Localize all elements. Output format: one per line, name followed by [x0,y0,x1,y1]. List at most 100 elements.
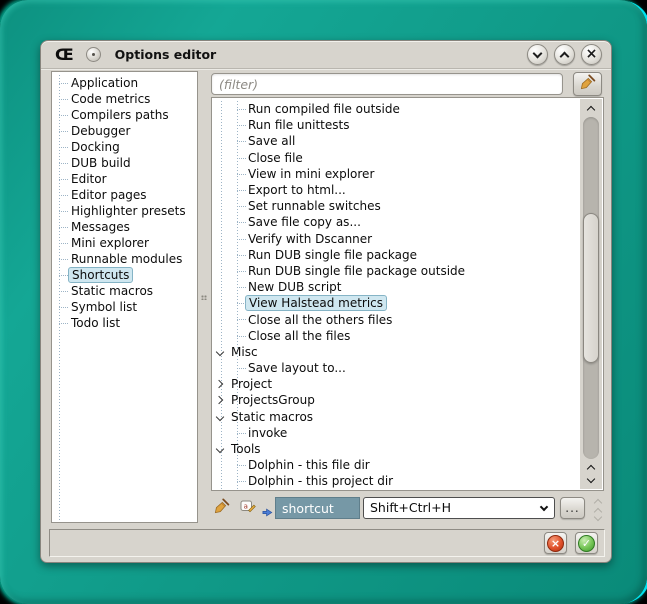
close-button[interactable]: × [581,44,602,65]
tree-row-label: Static macros [231,410,313,424]
tree-row-save-file-copy-as[interactable]: Save file copy as... [213,214,579,230]
sidebar-item-application[interactable]: Application [54,75,195,91]
shortcut-tree: Run compiled file outsideRun file unitte… [211,97,604,491]
titlebar-menu-button[interactable] [86,47,101,62]
clear-filter-button[interactable] [573,72,602,96]
tree-connector [237,125,246,126]
expand-icon[interactable] [215,380,223,388]
tree-row-label: Run compiled file outside [248,102,400,116]
sidebar-item-shortcuts[interactable]: Shortcuts [54,267,195,283]
sidebar-item-messages[interactable]: Messages [54,219,195,235]
cancel-button[interactable]: × [544,532,567,554]
tree-row-static-macros[interactable]: Static macros [213,409,579,425]
property-name-cell[interactable]: shortcut [275,497,360,519]
expand-icon[interactable] [215,396,223,404]
tree-connector [59,323,68,324]
tree-row-new-dub-script[interactable]: New DUB script [213,279,579,295]
tree-row-dolphin-this-project-dir[interactable]: Dolphin - this project dir [213,473,579,489]
tree-row-invoke[interactable]: invoke [213,425,579,441]
tree-connector [237,141,246,142]
edit-shortcut-button[interactable]: a [237,497,259,519]
broom-icon [580,74,596,94]
tree-row-project[interactable]: Project [213,376,579,392]
sidebar-item-highlighter-presets[interactable]: Highlighter presets [54,203,195,219]
tree-connector [237,206,246,207]
sidebar-item-mini-explorer[interactable]: Mini explorer [54,235,195,251]
sidebar-item-editor-pages[interactable]: Editor pages [54,187,195,203]
tree-row-run-dub-single-file-package[interactable]: Run DUB single file package [213,247,579,263]
collapse-icon[interactable] [216,412,224,420]
tree-row-dolphin-this-file-dir[interactable]: Dolphin - this file dir [213,457,579,473]
more-button[interactable]: ... [560,497,585,519]
tree-row-misc[interactable]: Misc [213,344,579,360]
sidebar-item-compilers-paths[interactable]: Compilers paths [54,107,195,123]
maximize-button[interactable] [554,44,575,65]
tree-row-label: Run DUB single file package outside [248,264,465,278]
tree-row-label: Dolphin - this project dir [248,474,393,488]
tree-row-set-runnable-switches[interactable]: Set runnable switches [213,198,579,214]
tree-connector [59,115,68,116]
accept-button[interactable]: ✓ [575,532,598,554]
tree-connector [237,481,246,482]
sidebar-item-label: Todo list [71,316,120,330]
tree-row-save-layout-to[interactable]: Save layout to... [213,360,579,376]
property-grid-scrollbar-disabled [590,495,605,522]
tree-row-label: Save file copy as... [248,215,361,229]
scroll-up-button[interactable] [580,102,602,114]
tree-row-label: Verify with Dscanner [248,232,372,246]
tree-connector [237,319,246,320]
sidebar-splitter[interactable] [199,71,208,523]
broom-icon [214,498,230,518]
tree-connector [237,368,246,369]
scroll-up-button-bottom[interactable] [580,461,602,473]
tree-connector [59,147,68,148]
scrollbar-track[interactable] [583,117,599,459]
sidebar-item-todo-list[interactable]: Todo list [54,315,195,331]
sidebar-list: ApplicationCode metricsCompilers pathsDe… [54,75,195,520]
shortcut-value-combobox[interactable]: Shift+Ctrl+H [363,497,555,519]
chevron-down-icon [540,503,548,511]
tree-scrollbar[interactable] [580,99,602,489]
sidebar-item-static-macros[interactable]: Static macros [54,283,195,299]
sidebar-item-code-metrics[interactable]: Code metrics [54,91,195,107]
tree-connector [59,211,68,212]
sidebar-item-symbol-list[interactable]: Symbol list [54,299,195,315]
sidebar-item-dub-build[interactable]: DUB build [54,155,195,171]
tree-connector [237,255,246,256]
tree-row-close-file[interactable]: Close file [213,150,579,166]
tree-row-tools[interactable]: Tools [213,441,579,457]
sidebar-item-label: Application [71,76,138,90]
tree-row-verify-with-dscanner[interactable]: Verify with Dscanner [213,231,579,247]
tree-row-projectsgroup[interactable]: ProjectsGroup [213,392,579,408]
tree-row-run-file-unittests[interactable]: Run file unittests [213,117,579,133]
tree-row-close-all-the-files[interactable]: Close all the files [213,328,579,344]
sidebar-item-label: Messages [71,220,130,234]
tree-connector [59,131,68,132]
tree-row-save-all[interactable]: Save all [213,133,579,149]
shortcut-editor-row: a shortcut Shift+Ctrl+H ... [209,495,605,523]
minimize-button[interactable] [527,44,548,65]
reset-shortcut-button[interactable] [211,497,233,519]
tree-row-export-to-html[interactable]: Export to html... [213,182,579,198]
tree-row-run-compiled-file-outside[interactable]: Run compiled file outside [213,101,579,117]
tree-row-label: Misc [231,345,258,359]
scrollbar-thumb[interactable] [583,213,599,363]
sidebar-item-docking[interactable]: Docking [54,139,195,155]
tree-connector [237,336,246,337]
filter-input[interactable] [211,73,563,95]
tree-row-label: Tools [231,442,261,456]
tree-row-view-in-mini-explorer[interactable]: View in mini explorer [213,166,579,182]
sidebar-item-debugger[interactable]: Debugger [54,123,195,139]
chevron-up-icon [560,51,570,61]
sidebar-item-runnable-modules[interactable]: Runnable modules [54,251,195,267]
scroll-down-button[interactable] [580,474,602,486]
sidebar-item-label: Symbol list [71,300,137,314]
tree-row-close-all-the-others-files[interactable]: Close all the others files [213,311,579,327]
tree-row-label: Export to html... [248,183,346,197]
collapse-icon[interactable] [216,348,224,356]
tree-row-view-halstead-metrics[interactable]: View Halstead metrics [213,295,579,311]
collapse-icon[interactable] [216,445,224,453]
sidebar-item-editor[interactable]: Editor [54,171,195,187]
tree-row-run-dub-single-file-package-outside[interactable]: Run DUB single file package outside [213,263,579,279]
tree-connector [237,465,246,466]
